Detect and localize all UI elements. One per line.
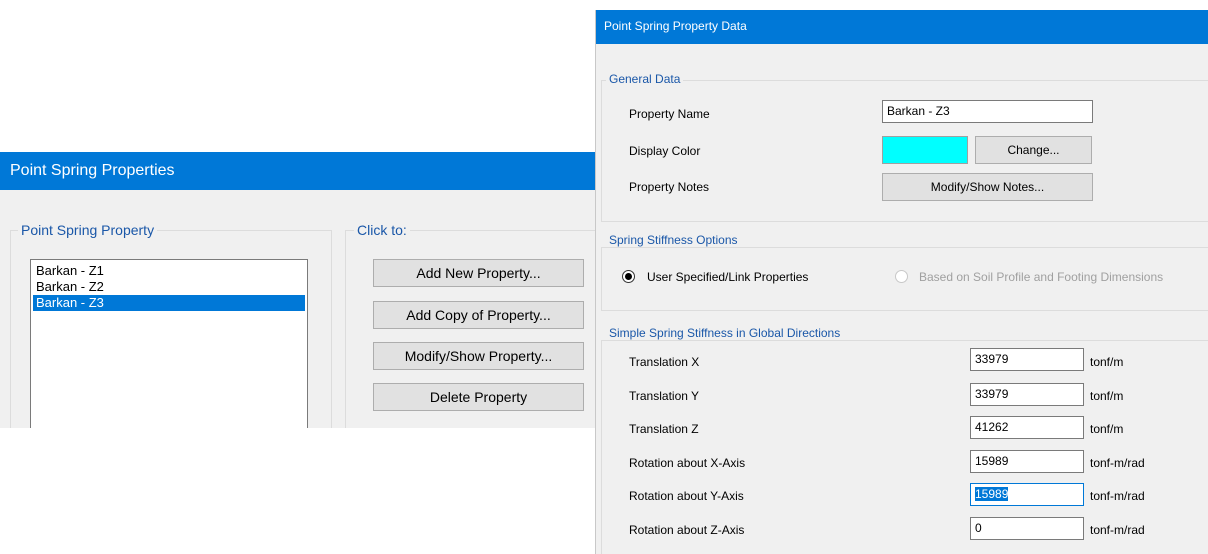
modify-show-notes-button[interactable]: Modify/Show Notes... (882, 173, 1093, 201)
translation-y-label: Translation Y (629, 389, 700, 403)
rotation-y-field[interactable]: 15989 (970, 483, 1084, 506)
translation-y-unit: tonf/m (1090, 389, 1124, 403)
list-item-barkan-z1[interactable]: Barkan - Z1 (33, 263, 305, 279)
modify-show-property-button[interactable]: Modify/Show Property... (373, 342, 584, 370)
stiffness-group-label: Simple Spring Stiffness in Global Direct… (606, 326, 844, 340)
rotation-x-unit: tonf-m/rad (1090, 456, 1145, 470)
window-title: Point Spring Property Data (604, 19, 747, 33)
rotation-z-label: Rotation about Z-Axis (629, 523, 745, 537)
rotation-x-label: Rotation about X-Axis (629, 456, 746, 470)
translation-z-unit: tonf/m (1090, 422, 1124, 436)
user-specified-label[interactable]: User Specified/Link Properties (647, 270, 808, 284)
property-name-label: Property Name (629, 107, 710, 121)
soil-profile-radio[interactable] (895, 270, 908, 283)
delete-property-button[interactable]: Delete Property (373, 383, 584, 411)
translation-y-field[interactable]: 33979 (970, 383, 1084, 406)
display-color-swatch[interactable] (882, 136, 968, 164)
property-list[interactable]: Barkan - Z1 Barkan - Z2 Barkan - Z3 (30, 259, 308, 428)
stiffness-group-frame (601, 340, 1208, 554)
change-color-button[interactable]: Change... (975, 136, 1092, 164)
rotation-y-label: Rotation about Y-Axis (629, 489, 744, 503)
general-data-label: General Data (606, 72, 684, 86)
user-specified-radio[interactable] (622, 270, 635, 283)
display-color-label: Display Color (629, 144, 701, 158)
rotation-y-unit: tonf-m/rad (1090, 489, 1145, 503)
point-spring-property-data-dialog: Point Spring Property Data General Data … (595, 10, 1208, 554)
add-copy-property-button[interactable]: Add Copy of Property... (373, 301, 584, 329)
add-new-property-button[interactable]: Add New Property... (373, 259, 584, 287)
list-item-barkan-z3[interactable]: Barkan - Z3 (33, 295, 305, 311)
translation-x-label: Translation X (629, 355, 700, 369)
translation-x-unit: tonf/m (1090, 355, 1124, 369)
point-spring-properties-dialog: Point Spring Properties Point Spring Pro… (0, 152, 597, 428)
stiffness-options-label: Spring Stiffness Options (606, 233, 741, 247)
translation-z-label: Translation Z (629, 422, 699, 436)
title-bar: Point Spring Property Data (596, 10, 1208, 44)
title-bar: Point Spring Properties (0, 152, 597, 190)
rotation-z-unit: tonf-m/rad (1090, 523, 1145, 537)
rotation-x-field[interactable]: 15989 (970, 450, 1084, 473)
window-title: Point Spring Properties (10, 162, 175, 179)
soil-profile-label[interactable]: Based on Soil Profile and Footing Dimens… (919, 270, 1163, 284)
rotation-y-value: 15989 (975, 487, 1009, 501)
rotation-z-field[interactable]: 0 (970, 517, 1084, 540)
translation-x-field[interactable]: 33979 (970, 348, 1084, 371)
click-to-label: Click to: (354, 222, 410, 238)
property-notes-label: Property Notes (629, 180, 710, 194)
property-group-label: Point Spring Property (18, 222, 158, 238)
property-name-field[interactable]: Barkan - Z3 (882, 100, 1093, 123)
translation-z-field[interactable]: 41262 (970, 416, 1084, 439)
list-item-barkan-z2[interactable]: Barkan - Z2 (33, 279, 305, 295)
